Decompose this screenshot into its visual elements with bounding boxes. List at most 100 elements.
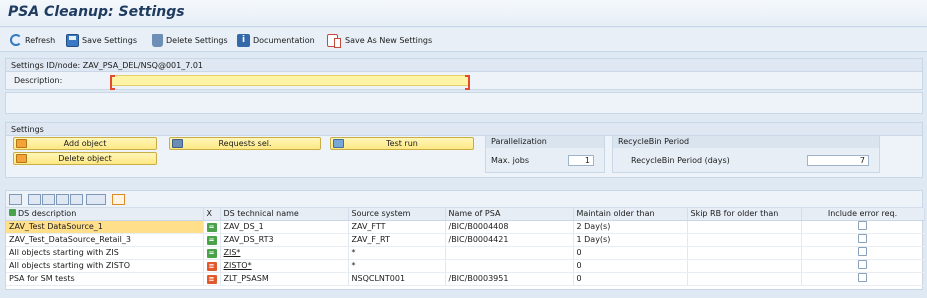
column-header-include-error-req[interactable]: Include error req. — [801, 208, 925, 221]
cell-ds-description: All objects starting with ZISTO — [6, 259, 204, 273]
save-as-new-settings-button[interactable]: Save As New Settings — [327, 32, 432, 48]
title-bar: PSA Cleanup: Settings — [0, 0, 927, 27]
cell-status[interactable]: = — [203, 220, 221, 234]
cell-include-error-req[interactable] — [801, 259, 925, 273]
cell-ds-technical-name: ZAV_DS_RT3 — [220, 233, 349, 247]
cell-maintain-older-than: 2 Day(s) — [573, 220, 688, 234]
cell-skip-rb — [687, 220, 802, 234]
cell-maintain-older-than: 0 — [573, 272, 688, 286]
refresh-button[interactable]: Refresh — [10, 32, 55, 48]
cell-status[interactable]: = — [203, 233, 221, 247]
page-title: PSA Cleanup: Settings — [8, 4, 185, 20]
find-icon[interactable] — [56, 194, 69, 205]
test-run-label: Test run — [386, 139, 418, 148]
column-header-skip-rb[interactable]: Skip RB for older than — [687, 208, 802, 221]
column-header-source-system[interactable]: Source system — [348, 208, 446, 221]
settings-node-label: Settings ID/node: ZAV_PSA_DEL/NSQ@001_7.… — [6, 59, 922, 72]
parallelization-header: Parallelization — [486, 136, 604, 148]
cell-skip-rb — [687, 233, 802, 247]
column-header-x[interactable]: X — [203, 208, 221, 221]
column-header-ds-description[interactable]: DS description — [6, 208, 204, 221]
cell-maintain-older-than: 0 — [573, 259, 688, 273]
cell-include-error-req[interactable] — [801, 220, 925, 234]
cell-ds-description: ZAV_Test_DataSource_Retail_3 — [6, 233, 204, 247]
table-row[interactable]: All objects starting with ZIS = ZIS* * 0 — [6, 246, 925, 260]
find-next-icon[interactable] — [70, 194, 83, 205]
delete-object-button[interactable]: Delete object — [13, 152, 157, 165]
table-row[interactable]: ZAV_Test_DataSource_Retail_3 = ZAV_DS_RT3 Z… — [6, 233, 925, 247]
cell-ds-description: All objects starting with ZIS — [6, 246, 204, 260]
sort-descending-icon[interactable] — [42, 194, 55, 205]
cell-include-error-req[interactable] — [801, 272, 925, 286]
cell-status[interactable]: ≡ — [203, 259, 221, 273]
save-settings-label: Save Settings — [82, 35, 137, 45]
description-input[interactable] — [110, 75, 470, 90]
table-row[interactable]: PSA for SM tests ≡ ZLT_PSASM NSQCLNT001/BIC… — [6, 272, 925, 286]
status-inactive-icon: ≡ — [206, 274, 217, 284]
cell-include-error-req[interactable] — [801, 246, 925, 260]
include-error-checkbox[interactable] — [858, 246, 867, 256]
delete-settings-button[interactable]: Delete Settings — [152, 32, 228, 48]
details-icon[interactable] — [9, 194, 22, 205]
cell-ds-technical-name: ZLT_PSASM — [220, 272, 349, 286]
sort-ascending-icon[interactable] — [28, 194, 41, 205]
status-inactive-icon: ≡ — [206, 261, 217, 271]
cell-status[interactable]: = — [203, 246, 221, 260]
test-run-button[interactable]: Test run — [330, 137, 474, 150]
include-error-checkbox[interactable] — [858, 259, 867, 269]
cell-name-of-psa: /BIC/B0004421 — [445, 233, 574, 247]
cell-name-of-psa: /BIC/B0004408 — [445, 220, 574, 234]
max-jobs-input[interactable]: 1 — [568, 155, 594, 166]
column-header-name-of-psa[interactable]: Name of PSA — [445, 208, 574, 221]
status-active-icon: = — [206, 248, 217, 258]
settings-section: Settings Add object Delete object Reques… — [5, 122, 923, 178]
recyclebin-header: RecycleBin Period — [613, 136, 879, 148]
cell-ds-technical-name[interactable]: ZISTO* — [220, 259, 349, 273]
spacer-section — [5, 92, 923, 114]
header-select-all-icon — [9, 209, 16, 217]
table-row[interactable]: ZAV_Test DataSource_1 = ZAV_DS_1 ZAV_FTT/BI… — [6, 220, 925, 234]
cell-name-of-psa — [445, 246, 574, 260]
description-label: Description: — [14, 76, 63, 85]
add-object-button[interactable]: Add object — [13, 137, 157, 150]
include-error-checkbox[interactable] — [858, 233, 867, 243]
recyclebin-days-label: RecycleBin Period (days) — [631, 156, 730, 165]
cell-skip-rb — [687, 259, 802, 273]
cell-source-system: ZAV_F_RT — [348, 233, 446, 247]
cell-skip-rb — [687, 272, 802, 286]
recyclebin-days-input[interactable]: 7 — [807, 155, 869, 166]
objects-table: DS description X DS technical name Sourc… — [5, 190, 925, 290]
refresh-label: Refresh — [25, 35, 56, 45]
filter-icon[interactable] — [86, 194, 106, 205]
cell-status[interactable]: ≡ — [203, 272, 221, 286]
max-jobs-label: Max. jobs — [491, 156, 529, 165]
include-error-checkbox[interactable] — [858, 272, 867, 282]
cell-name-of-psa: /BIC/B0003951 — [445, 272, 574, 286]
cell-source-system: NSQCLNT001 — [348, 272, 446, 286]
cell-name-of-psa — [445, 259, 574, 273]
parallelization-group: Parallelization Max. jobs 1 — [485, 135, 605, 173]
settings-node-section: Settings ID/node: ZAV_PSA_DEL/NSQ@001_7.… — [5, 58, 923, 90]
column-header-ds-technical-name[interactable]: DS technical name — [220, 208, 349, 221]
recyclebin-group: RecycleBin Period RecycleBin Period (day… — [612, 135, 880, 173]
test-run-icon — [333, 139, 344, 148]
cell-ds-technical-name[interactable]: ZIS* — [220, 246, 349, 260]
cell-ds-description: PSA for SM tests — [6, 272, 204, 286]
layout-icon[interactable] — [112, 194, 125, 205]
requests-icon — [172, 139, 183, 148]
documentation-button[interactable]: i Documentation — [237, 32, 315, 48]
cell-maintain-older-than: 0 — [573, 246, 688, 260]
include-error-checkbox[interactable] — [858, 220, 867, 230]
save-as-new-label: Save As New Settings — [345, 35, 433, 45]
data-grid: DS description X DS technical name Sourc… — [6, 208, 925, 286]
cell-ds-technical-name: ZAV_DS_1 — [220, 220, 349, 234]
save-settings-button[interactable]: Save Settings — [66, 32, 137, 48]
table-toolbar — [6, 191, 922, 208]
info-icon: i — [237, 33, 250, 47]
cell-maintain-older-than: 1 Day(s) — [573, 233, 688, 247]
column-header-maintain-older-than[interactable]: Maintain older than — [573, 208, 688, 221]
delete-object-icon — [16, 154, 27, 163]
table-row[interactable]: All objects starting with ZISTO ≡ ZISTO* * 0 — [6, 259, 925, 273]
cell-include-error-req[interactable] — [801, 233, 925, 247]
requests-sel-button[interactable]: Requests sel. — [169, 137, 321, 150]
